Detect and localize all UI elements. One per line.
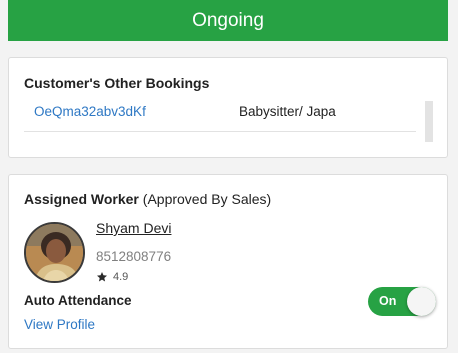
assigned-worker-card: Assigned Worker (Approved By Sales) Shya… xyxy=(8,174,448,349)
auto-attendance-toggle[interactable]: On xyxy=(368,287,436,316)
other-bookings-card: Customer's Other Bookings OeQma32abv3dKf… xyxy=(8,57,448,158)
worker-phone: 8512808776 xyxy=(96,249,172,264)
view-profile-link[interactable]: View Profile xyxy=(24,317,95,332)
toggle-state-label: On xyxy=(379,294,397,308)
bookings-list: OeQma32abv3dKf Babysitter/ Japa xyxy=(24,98,424,143)
other-bookings-title: Customer's Other Bookings xyxy=(24,75,210,91)
star-icon xyxy=(97,272,107,282)
booking-service: Babysitter/ Japa xyxy=(239,104,336,119)
assigned-worker-heading: Assigned Worker (Approved By Sales) xyxy=(24,191,271,207)
worker-name-link[interactable]: Shyam Devi xyxy=(96,220,171,236)
assigned-worker-title: Assigned Worker xyxy=(24,191,139,207)
worker-rating: 4.9 xyxy=(96,271,128,283)
worker-photo xyxy=(26,224,83,281)
rating-value: 4.9 xyxy=(113,271,129,283)
worker-avatar xyxy=(24,222,85,283)
toggle-knob[interactable] xyxy=(407,287,436,316)
status-label: Ongoing xyxy=(192,9,264,31)
booking-id-link[interactable]: OeQma32abv3dKf xyxy=(34,104,146,119)
auto-attendance-label: Auto Attendance xyxy=(24,293,132,308)
status-banner: Ongoing xyxy=(8,0,448,41)
booking-row: OeQma32abv3dKf Babysitter/ Japa xyxy=(24,98,416,132)
bookings-scrollbar[interactable] xyxy=(425,101,433,142)
approved-by-note: (Approved By Sales) xyxy=(142,191,272,207)
